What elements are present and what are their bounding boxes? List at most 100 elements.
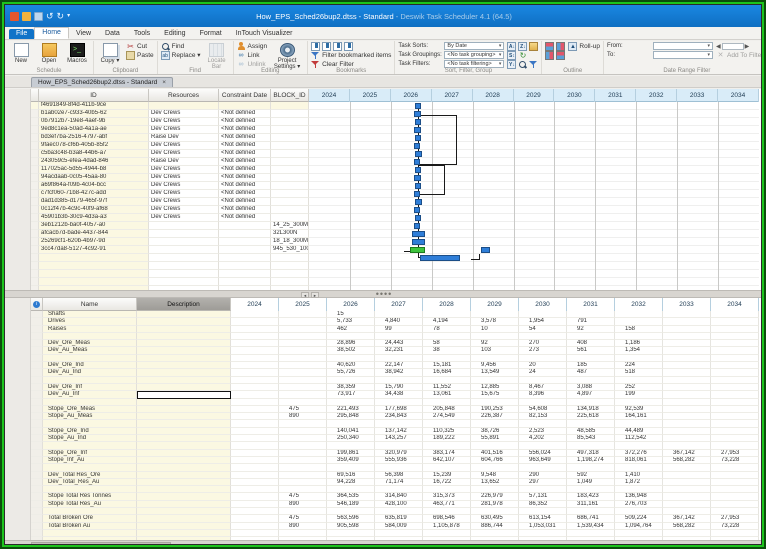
- date-spinner[interactable]: ◀▶: [716, 42, 762, 50]
- value-cell[interactable]: [231, 377, 279, 384]
- value-cell[interactable]: 604,766: [471, 457, 519, 464]
- value-cell[interactable]: [231, 479, 279, 486]
- value-cell[interactable]: 1,354: [615, 347, 663, 354]
- task-bar[interactable]: [414, 207, 420, 213]
- constraint-date-cell[interactable]: [219, 102, 271, 110]
- value-cell[interactable]: [711, 530, 759, 537]
- block-id-cell[interactable]: 18_18_300M: [271, 238, 309, 246]
- value-cell[interactable]: [711, 326, 759, 333]
- block-id-cell[interactable]: 945_530_100: [271, 246, 309, 254]
- value-cell[interactable]: [615, 508, 663, 515]
- value-cell[interactable]: 8,396: [519, 391, 567, 398]
- value-cell[interactable]: [279, 384, 327, 391]
- value-cell[interactable]: 497,318: [567, 450, 615, 457]
- bm-icon[interactable]: [333, 42, 342, 51]
- constraint-date-cell[interactable]: <Not defined: [219, 150, 271, 158]
- value-cell[interactable]: 2,523: [519, 428, 567, 435]
- value-cell[interactable]: 99: [375, 326, 423, 333]
- constraint-date-cell[interactable]: <Not defined: [219, 110, 271, 118]
- value-cell[interactable]: [423, 486, 471, 493]
- task-bar[interactable]: [415, 215, 421, 221]
- name-cell[interactable]: [43, 377, 137, 384]
- out2-icon[interactable]: [545, 51, 554, 60]
- filter-bookmarked-items-button[interactable]: Filter bookmarked items: [311, 51, 391, 59]
- task-filters-dropdown[interactable]: <No task filtering>▾: [444, 60, 504, 68]
- value-cell[interactable]: [711, 406, 759, 413]
- constraint-date-cell[interactable]: <Not defined: [219, 174, 271, 182]
- value-cell[interactable]: 189,222: [423, 435, 471, 442]
- row-info-cell[interactable]: [31, 464, 43, 471]
- value-cell[interactable]: [663, 362, 711, 369]
- year-header[interactable]: 2025: [279, 298, 327, 311]
- row-info-cell[interactable]: [31, 479, 43, 486]
- value-cell[interactable]: 1,105,878: [423, 523, 471, 530]
- value-cell[interactable]: 1,198,274: [567, 457, 615, 464]
- value-cell[interactable]: [231, 384, 279, 391]
- value-cell[interactable]: 140,041: [327, 428, 375, 435]
- value-cell[interactable]: [711, 413, 759, 420]
- resources-cell[interactable]: [149, 262, 219, 270]
- description-cell[interactable]: [137, 435, 231, 442]
- row-info-cell[interactable]: [31, 377, 43, 384]
- value-cell[interactable]: [423, 311, 471, 318]
- value-cell[interactable]: 86,352: [519, 501, 567, 508]
- value-cell[interactable]: [231, 355, 279, 362]
- value-cell[interactable]: [615, 377, 663, 384]
- constraint-date-cell[interactable]: <Not defined: [219, 158, 271, 166]
- name-cell[interactable]: Total Broken Au: [43, 523, 137, 530]
- value-cell[interactable]: [663, 501, 711, 508]
- name-cell[interactable]: [43, 399, 137, 406]
- constraint-date-cell[interactable]: [219, 238, 271, 246]
- value-cell[interactable]: 56,398: [375, 472, 423, 479]
- value-cell[interactable]: 38,502: [327, 347, 375, 354]
- value-cell[interactable]: [279, 333, 327, 340]
- value-cell[interactable]: 32,231: [375, 347, 423, 354]
- value-cell[interactable]: 82,153: [519, 413, 567, 420]
- constraint-date-cell[interactable]: <Not defined: [219, 126, 271, 134]
- value-cell[interactable]: 73,228: [711, 523, 759, 530]
- value-cell[interactable]: 1,954: [519, 318, 567, 325]
- value-cell[interactable]: [711, 399, 759, 406]
- row-marker[interactable]: [31, 182, 39, 190]
- value-cell[interactable]: 143,257: [375, 435, 423, 442]
- value-cell[interactable]: 428,100: [375, 501, 423, 508]
- value-cell[interactable]: 4,840: [375, 318, 423, 325]
- row-info-cell[interactable]: [31, 369, 43, 376]
- constraint-date-cell[interactable]: <Not defined: [219, 166, 271, 174]
- year-header[interactable]: 2033: [663, 298, 711, 311]
- value-cell[interactable]: 630,495: [471, 515, 519, 522]
- value-cell[interactable]: [711, 501, 759, 508]
- description-cell[interactable]: [137, 384, 231, 391]
- description-cell[interactable]: [137, 523, 231, 530]
- resources-cell[interactable]: Dev Crews: [149, 198, 219, 206]
- value-cell[interactable]: 563,596: [327, 515, 375, 522]
- sortaz-icon[interactable]: A↓: [507, 42, 516, 51]
- find-button[interactable]: Find: [161, 42, 201, 50]
- value-cell[interactable]: [663, 406, 711, 413]
- value-cell[interactable]: [615, 486, 663, 493]
- resources-cell[interactable]: [149, 246, 219, 254]
- value-cell[interactable]: 320,979: [375, 450, 423, 457]
- paste-button[interactable]: Paste: [126, 51, 154, 59]
- value-cell[interactable]: 27,953: [711, 450, 759, 457]
- row-info-cell[interactable]: [31, 501, 43, 508]
- task-bar[interactable]: [415, 183, 421, 189]
- value-cell[interactable]: 69,516: [327, 472, 375, 479]
- row-info-cell[interactable]: [31, 442, 43, 449]
- block-id-cell[interactable]: [271, 102, 309, 110]
- value-cell[interactable]: 463,771: [423, 501, 471, 508]
- task-bar[interactable]: [414, 175, 421, 181]
- task-bar[interactable]: [414, 223, 420, 229]
- value-cell[interactable]: 372,276: [615, 450, 663, 457]
- value-cell[interactable]: 509,224: [615, 515, 663, 522]
- value-cell[interactable]: [567, 377, 615, 384]
- id-cell[interactable]: 243059c5-efea-4dad-846: [39, 158, 149, 166]
- value-cell[interactable]: [231, 369, 279, 376]
- block-id-cell[interactable]: [271, 150, 309, 158]
- name-cell[interactable]: [43, 420, 137, 427]
- task-bar[interactable]: [415, 199, 422, 205]
- constraint-date-cell[interactable]: [219, 230, 271, 238]
- value-cell[interactable]: 462: [327, 326, 375, 333]
- value-cell[interactable]: 38,942: [375, 369, 423, 376]
- row-info-cell[interactable]: [31, 435, 43, 442]
